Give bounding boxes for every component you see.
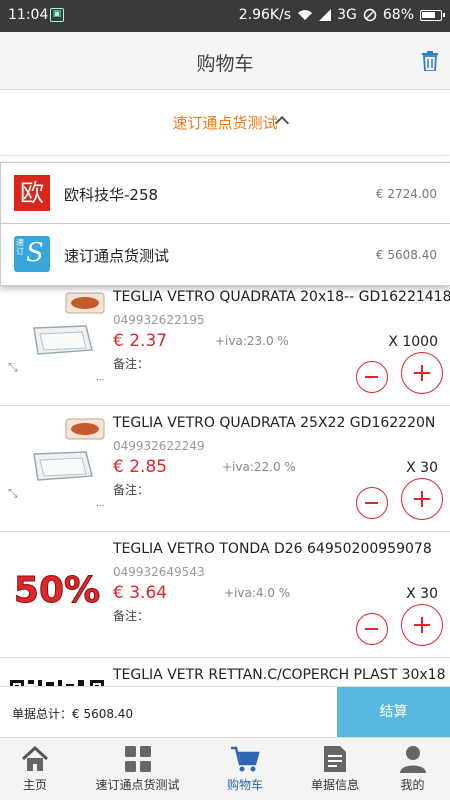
- dropdown-item[interactable]: 欧 欧科技华-258 € 2724.00: [1, 163, 450, 224]
- customer-logo-letter: S: [26, 238, 44, 268]
- order-total-bar: 单据总计：€ 5608.40 结算: [0, 686, 450, 738]
- wifi-icon: [298, 10, 313, 20]
- sale-badge-text: 50%: [14, 570, 100, 611]
- product-note[interactable]: 备注：: [113, 481, 149, 498]
- nav-home[interactable]: 主页: [0, 738, 70, 800]
- expand-icon[interactable]: ⤡: [8, 486, 18, 501]
- product-name: TEGLIA VETR RETTAN.C/COPERCH PLAST 30x18: [113, 667, 446, 683]
- product-image: ...: [33, 292, 105, 382]
- customer-total: € 5608.40: [375, 248, 437, 262]
- notification-icon: ▣: [50, 8, 64, 22]
- nav-quick-order[interactable]: 速订通点货测试: [80, 738, 195, 800]
- customer-name: 欧科技华-258: [64, 186, 159, 204]
- product-iva: +iva:4.0 %: [224, 586, 291, 600]
- svg-text:...: ...: [96, 499, 105, 508]
- cart-icon: [231, 746, 260, 772]
- nav-label: 单据信息: [310, 778, 359, 792]
- nav-label: 购物车: [226, 778, 263, 792]
- order-total: 单据总计：€ 5608.40: [12, 707, 134, 721]
- dropdown-item[interactable]: 速订 S 速订通点货测试 € 5608.40: [1, 224, 450, 285]
- product-note[interactable]: 备注：: [113, 355, 149, 372]
- product-code: 049932622195: [113, 313, 205, 327]
- product-price: € 3.64: [113, 583, 168, 603]
- cart-item[interactable]: TEGLIA VETR RETTAN.C/COPERCH PLAST 30x18: [0, 658, 450, 686]
- status-bar: 11:04 ▣ 2.96K/s 3G 68%: [0, 0, 450, 32]
- increase-quantity-button[interactable]: [401, 352, 443, 394]
- product-quantity: X 30: [406, 460, 438, 476]
- product-price: € 2.85: [113, 457, 168, 477]
- customer-selector[interactable]: 速订通点货测试: [0, 90, 450, 156]
- battery-icon: [420, 9, 445, 21]
- nav-label: 主页: [22, 778, 47, 792]
- decrease-quantity-button[interactable]: [356, 361, 388, 393]
- product-quantity: X 1000: [388, 334, 438, 350]
- customer-total: € 2724.00: [375, 187, 437, 201]
- customer-name: 速订通点货测试: [64, 247, 170, 265]
- customer-logo-text: 欧: [20, 179, 44, 207]
- customer-logo: 欧: [14, 175, 50, 211]
- product-image: [10, 678, 104, 686]
- nav-label: 我的: [400, 778, 425, 792]
- cart-item[interactable]: 50% TEGLIA VETRO TONDA D26 6495020095907…: [0, 532, 450, 658]
- network-type: 3G: [337, 7, 357, 23]
- app-header: 购物车: [0, 32, 450, 90]
- user-icon: [399, 746, 426, 773]
- checkout-button[interactable]: 结算: [337, 687, 450, 738]
- product-name: TEGLIA VETRO TONDA D26 64950200959078: [113, 541, 432, 557]
- product-price: € 2.37: [113, 331, 168, 351]
- status-indicators: 2.96K/s 3G 68%: [238, 7, 445, 23]
- do-not-disturb-icon: [363, 8, 377, 22]
- decrease-quantity-button[interactable]: [356, 487, 388, 519]
- nav-documents[interactable]: 单据信息: [295, 738, 375, 800]
- grid-icon: [124, 746, 151, 772]
- customer-logo-text: 速订: [16, 238, 24, 256]
- home-icon: [21, 745, 49, 771]
- product-image: ...: [33, 418, 105, 508]
- customer-logo: 速订 S: [14, 236, 50, 272]
- trash-icon[interactable]: [422, 51, 438, 71]
- product-code: 049932649543: [113, 565, 205, 579]
- nav-profile[interactable]: 我的: [380, 738, 445, 800]
- nav-label: 速订通点货测试: [95, 778, 180, 792]
- product-code: 049932622249: [113, 439, 205, 453]
- page-title: 购物车: [196, 53, 254, 75]
- customer-dropdown[interactable]: 欧 欧科技华-258 € 2724.00 速订 S 速订通点货测试 € 5608…: [0, 162, 450, 286]
- expand-icon[interactable]: ⤡: [8, 360, 18, 375]
- product-image: 50%: [13, 570, 100, 612]
- decrease-quantity-button[interactable]: [356, 613, 388, 645]
- product-note[interactable]: 备注：: [113, 607, 149, 624]
- document-icon: [324, 746, 346, 772]
- cart-item[interactable]: ... ⤡ TEGLIA VETRO QUADRATA 25X22 GD1622…: [0, 406, 450, 532]
- cart-item[interactable]: ... ⤡ TEGLIA VETRO QUADRATA 20x18-- GD16…: [0, 280, 450, 406]
- increase-quantity-button[interactable]: [401, 478, 443, 520]
- battery-percent: 68%: [382, 7, 414, 23]
- product-quantity: X 30: [406, 586, 438, 602]
- product-name: TEGLIA VETRO QUADRATA 25X22 GD162220N: [113, 415, 436, 431]
- signal-icon: [319, 9, 332, 21]
- bottom-navigation: 主页 速订通点货测试 购物车 单据信息 我的: [0, 737, 450, 800]
- svg-text:...: ...: [96, 373, 105, 382]
- product-iva: +iva:23.0 %: [215, 334, 289, 348]
- nav-cart[interactable]: 购物车: [210, 738, 280, 800]
- product-iva: +iva:22.0 %: [222, 460, 296, 474]
- network-speed: 2.96K/s: [238, 7, 292, 23]
- selector-label: 速订通点货测试: [172, 114, 278, 132]
- status-time: 11:04: [8, 7, 49, 23]
- increase-quantity-button[interactable]: [401, 604, 443, 646]
- product-name: TEGLIA VETRO QUADRATA 20x18-- GD16221418: [113, 289, 450, 305]
